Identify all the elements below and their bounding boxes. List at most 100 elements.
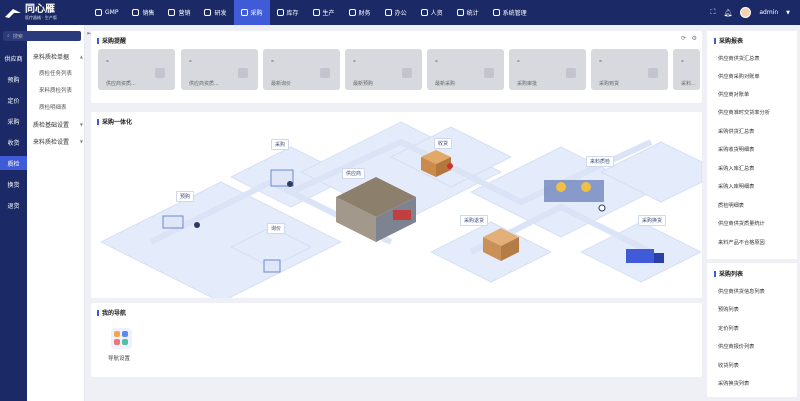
nav-production[interactable]: 生产 xyxy=(306,0,342,25)
menu-group-incoming-docs[interactable]: 来料质检单据 ▲ xyxy=(33,52,83,61)
reminder-card[interactable]: - 供应商资质... xyxy=(181,49,258,90)
reminder-card[interactable]: - 最新预购 xyxy=(345,49,422,90)
chevron-down-icon[interactable]: ▼ xyxy=(786,10,790,16)
sidebar-item-purchase[interactable]: 采购 xyxy=(0,114,27,128)
tile-square-icon xyxy=(114,331,120,337)
scene-label-inquiry: 询价 xyxy=(267,223,286,234)
report-link[interactable]: 采购供货汇总表 xyxy=(718,128,754,135)
sidebar-item-label: 预购 xyxy=(7,76,20,84)
report-link[interactable]: 供应商供货质量统计 xyxy=(718,220,765,227)
menu-group-basic-settings[interactable]: 质检基础设置 ▼ xyxy=(33,120,83,129)
reminder-card[interactable]: - 最新询价 xyxy=(263,49,340,90)
sidebar-item-label: 退货 xyxy=(7,202,20,210)
sidebar-item-label: 收货 xyxy=(7,139,20,147)
card-label: 最新预购 xyxy=(353,81,374,87)
list-link[interactable]: 供应商报价列表 xyxy=(718,343,754,350)
card-value: - xyxy=(599,57,602,65)
nav-rnd[interactable]: 研发 xyxy=(197,0,233,25)
nav-label: 采购 xyxy=(250,10,263,17)
report-link[interactable]: 供应商采购对账单 xyxy=(718,73,760,80)
tile-square-icon xyxy=(122,331,128,337)
report-link[interactable]: 供应商供货汇总表 xyxy=(718,55,760,62)
refresh-icon[interactable]: ⟳ xyxy=(681,35,686,42)
stats-icon xyxy=(456,9,464,16)
reminder-card[interactable]: - 供应商资质... xyxy=(98,49,175,90)
bell-icon[interactable]: 🔔︎ xyxy=(723,9,732,17)
reminder-card[interactable]: - 采料... xyxy=(673,49,700,90)
certificate-icon xyxy=(155,68,165,78)
panel-title-text: 我的导航 xyxy=(102,310,127,317)
nav-inventory[interactable]: 库存 xyxy=(270,0,306,25)
card-label: 供应商资质... xyxy=(106,81,136,87)
menu-group-incoming-settings[interactable]: 来料质检设置 ▼ xyxy=(33,137,83,146)
nav-marketing[interactable]: 营销 xyxy=(161,0,197,25)
nav-office[interactable]: 办公 xyxy=(378,0,414,25)
reminder-card[interactable]: - 最新采购 xyxy=(427,49,504,90)
settings-icon[interactable]: ⚙ xyxy=(692,35,697,42)
report-link[interactable]: 采购入库明细表 xyxy=(718,183,754,190)
gmp-icon xyxy=(95,9,102,16)
sidebar-item-supplier[interactable]: 供应商 xyxy=(0,51,27,65)
nav-hr[interactable]: 人资 xyxy=(414,0,450,25)
menu-item-inspection-list[interactable]: 来料质检列表 xyxy=(39,86,72,94)
purchase-icon xyxy=(240,9,248,16)
card-label: 供应商资质... xyxy=(189,81,219,87)
nav-label: 财务 xyxy=(358,10,371,17)
list-link[interactable]: 供应商供货信息列表 xyxy=(718,288,765,295)
report-link[interactable]: 质检明细表 xyxy=(718,202,744,209)
list-link[interactable]: 收货列表 xyxy=(718,362,739,369)
nav-finance[interactable]: 财务 xyxy=(342,0,378,25)
finance-icon xyxy=(348,9,356,16)
primary-sidebar: ⌕ 搜索 供应商 预购 定价 采购 收货 质检 换货 退货 xyxy=(0,25,81,401)
production-icon xyxy=(312,9,320,16)
sidebar-item-pricing[interactable]: 定价 xyxy=(0,93,27,107)
settings-icon xyxy=(492,9,500,16)
report-link[interactable]: 采购收货明细表 xyxy=(718,146,754,153)
sidebar-item-exchange[interactable]: 换货 xyxy=(0,177,27,191)
purchase-flow-illustration xyxy=(100,121,702,298)
nav-label: 研发 xyxy=(214,10,227,17)
nav-settings[interactable]: 系统管理 xyxy=(486,0,534,25)
chevron-down-icon: ▼ xyxy=(79,122,83,127)
list-link[interactable]: 定价列表 xyxy=(718,325,739,332)
report-link[interactable]: 来料产品不合格原因 xyxy=(718,239,765,246)
card-label: 采料... xyxy=(681,81,696,87)
report-link[interactable]: 供应商准时交货率分析 xyxy=(718,109,770,116)
sidebar-item-return[interactable]: 退货 xyxy=(0,198,27,212)
menu-item-detail-list[interactable]: 质检明细表 xyxy=(39,103,67,111)
list-link[interactable]: 采购换货列表 xyxy=(718,380,749,387)
certificate-icon xyxy=(238,68,248,78)
truck-icon xyxy=(648,68,658,78)
report-link[interactable]: 供应商对账单 xyxy=(718,91,749,98)
app-logo[interactable]: 同心雁 医疗器械 · 生产版 xyxy=(0,0,88,25)
sidebar-item-prepurchase[interactable]: 预购 xyxy=(0,72,27,86)
sidebar-item-quality[interactable]: 质检 xyxy=(0,156,27,170)
sidebar-item-label: 换货 xyxy=(7,181,20,189)
chevron-up-icon: ▲ xyxy=(79,54,83,59)
avatar[interactable] xyxy=(740,7,752,18)
nav-label: 办公 xyxy=(394,10,407,17)
user-name[interactable]: admin xyxy=(759,9,778,16)
reminder-card[interactable]: - 采购审批 xyxy=(509,49,586,90)
nav-settings-tile[interactable] xyxy=(111,328,132,349)
sidebar-item-receiving[interactable]: 收货 xyxy=(0,135,27,149)
office-icon xyxy=(384,9,392,16)
menu-item-task-list[interactable]: 质检任务列表 xyxy=(39,69,72,77)
fullscreen-icon[interactable]: ⛶ xyxy=(711,8,716,17)
list-link[interactable]: 预购列表 xyxy=(718,306,739,313)
nav-label: 销售 xyxy=(142,10,155,17)
panel-title-text: 采购报表 xyxy=(719,38,744,45)
search-input[interactable]: ⌕ 搜索 xyxy=(3,31,81,41)
search-placeholder: 搜索 xyxy=(12,33,23,40)
nav-gmp[interactable]: GMP xyxy=(88,0,125,25)
nav-sales[interactable]: 销售 xyxy=(125,0,161,25)
reminder-card[interactable]: - 采购到货 xyxy=(591,49,668,90)
report-link[interactable]: 采购入库汇总表 xyxy=(718,165,754,172)
nav-purchase[interactable]: 采购 xyxy=(233,0,270,25)
secondary-sidebar: 来料质检单据 ▲ 质检任务列表 来料质检列表 质检明细表 质检基础设置 ▼ 来料… xyxy=(27,25,85,401)
nav-stats[interactable]: 统计 xyxy=(450,0,486,25)
nav-label: GMP xyxy=(105,9,119,16)
scene-label-receiving: 收货 xyxy=(434,138,453,149)
nav-settings-label[interactable]: 导航设置 xyxy=(108,354,130,362)
reports-panel: 采购报表 供应商供货汇总表 供应商采购对账单 供应商对账单 供应商准时交货率分析… xyxy=(707,31,797,259)
